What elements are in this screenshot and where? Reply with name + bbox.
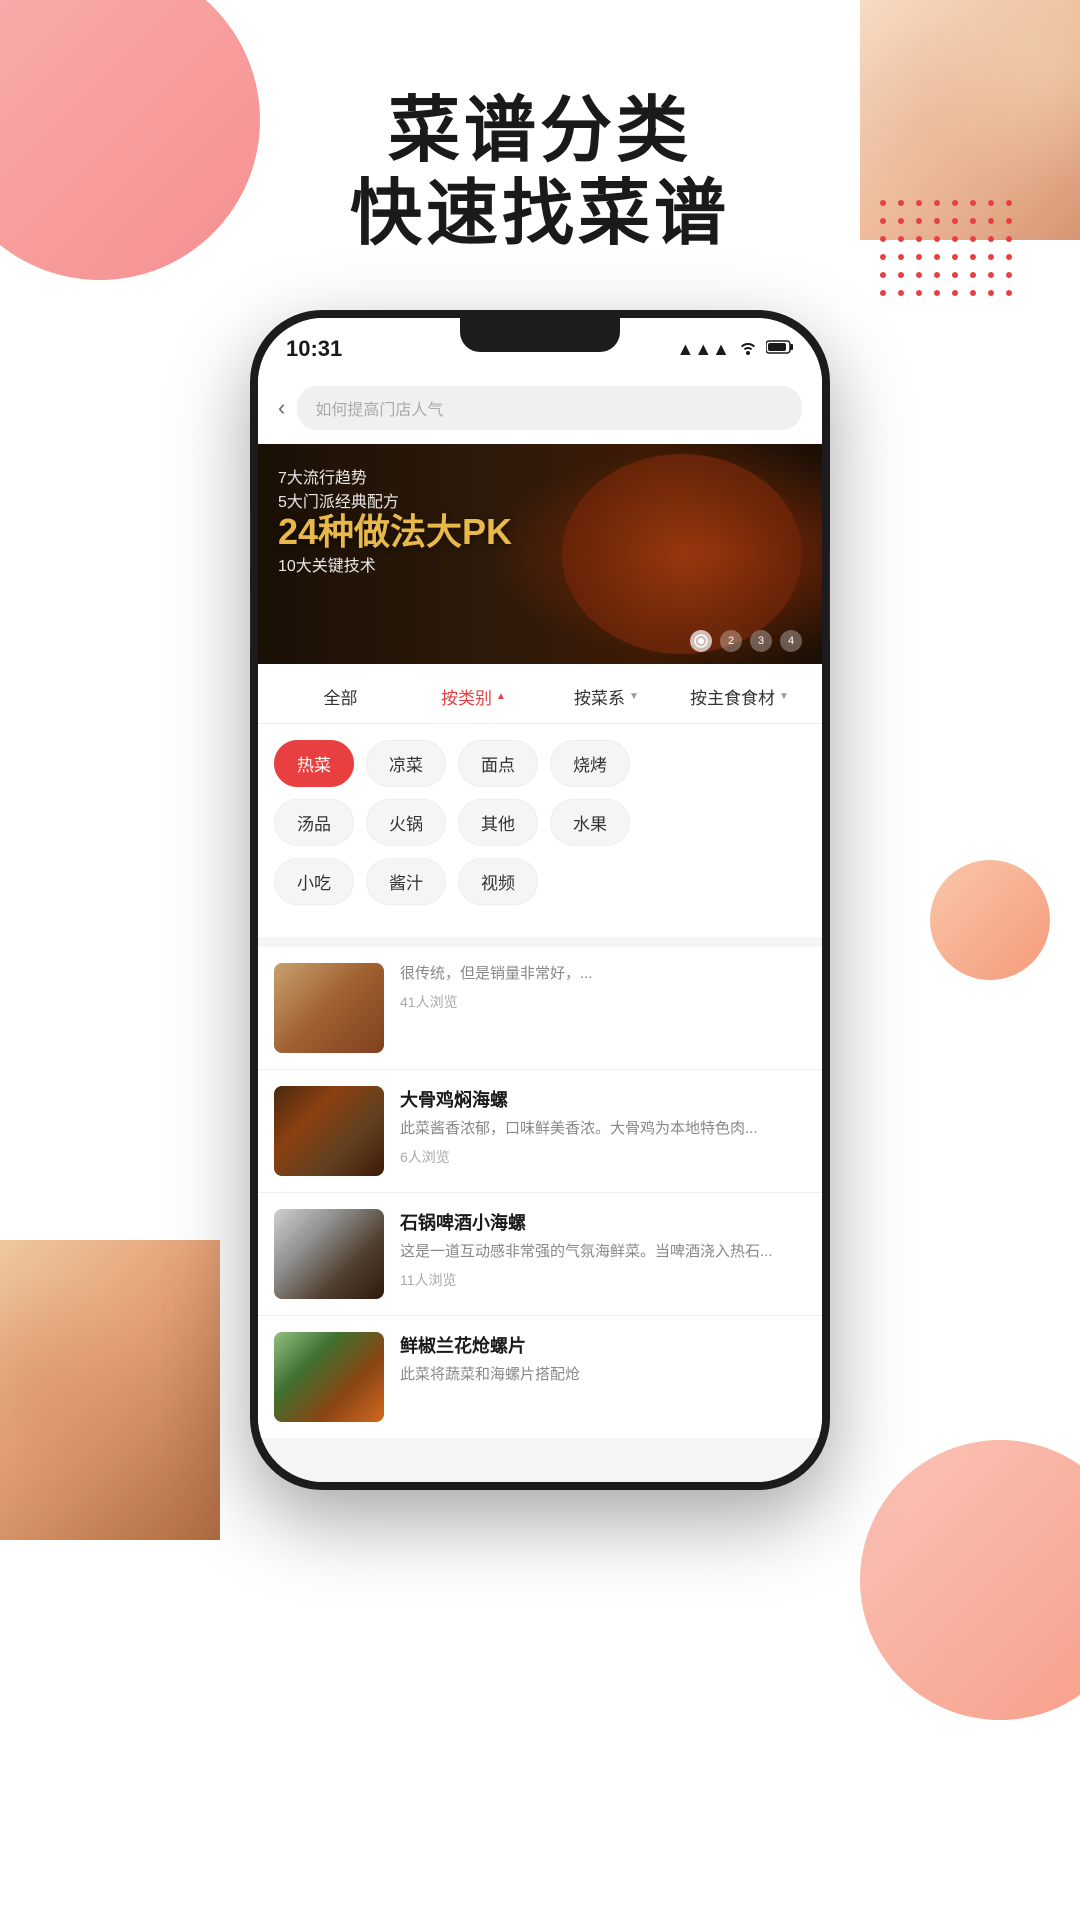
screen-content: ‹ 如何提高门店人气 7大流行趋势 5大门派经典配方 24种做法大PK <box>258 372 822 1482</box>
chips-row-2: 汤品 火锅 其他 水果 <box>274 799 806 846</box>
banner-section[interactable]: 7大流行趋势 5大门派经典配方 24种做法大PK 10大关键技术 2 3 4 <box>258 444 822 664</box>
recipe-info-2: 大骨鸡焖海螺 此菜酱香浓郁，口味鲜美香浓。大骨鸡为本地特色肉... 6人浏览 <box>400 1086 806 1176</box>
banner-line3: 10大关键技术 <box>278 552 512 576</box>
banner-line2: 5大门派经典配方 <box>278 488 512 512</box>
filter-tabs: 全部 按类别 ▲ 按菜系 ▼ 按主食食材 ▼ <box>258 664 822 724</box>
recipe-desc-2: 此菜酱香浓郁，口味鲜美香浓。大骨鸡为本地特色肉... <box>400 1118 806 1141</box>
header-section: 菜谱分类 快速找菜谱 <box>0 90 1080 256</box>
recipe-list: 很传统，但是销量非常好，... 41人浏览 大骨鸡焖海螺 此菜酱香浓郁，口味鲜美… <box>258 947 822 1439</box>
recipe-info-4: 鲜椒兰花炝螺片 此菜将蔬菜和海螺片搭配炝 <box>400 1332 806 1422</box>
chip-fruit[interactable]: 水果 <box>550 799 630 846</box>
phone-screen: 10:31 ▲▲▲ <box>258 318 822 1482</box>
recipe-desc-4: 此菜将蔬菜和海螺片搭配炝 <box>400 1364 806 1387</box>
filter-by-cuisine[interactable]: 按菜系 ▼ <box>540 678 673 715</box>
bg-decoration-bottom-left <box>0 1240 220 1540</box>
recipe-info-3: 石锅啤酒小海螺 这是一道互动感非常强的气氛海鲜菜。当啤酒浇入热石... 11人浏… <box>400 1209 806 1299</box>
chips-row-1: 热菜 凉菜 面点 烧烤 <box>274 740 806 787</box>
status-time: 10:31 <box>286 336 342 362</box>
search-bar: ‹ 如何提高门店人气 <box>258 372 822 444</box>
phone-power-button <box>829 550 830 640</box>
chip-cold-dishes[interactable]: 凉菜 <box>366 740 446 787</box>
filter-cuisine-arrow: ▼ <box>629 691 639 702</box>
chips-row-3: 小吃 酱汁 视频 <box>274 858 806 905</box>
recipe-item-3[interactable]: 石锅啤酒小海螺 这是一道互动感非常强的气氛海鲜菜。当啤酒浇入热石... 11人浏… <box>258 1193 822 1316</box>
recipe-desc-1: 很传统，但是销量非常好，... <box>400 963 806 986</box>
filter-ingredient-arrow: ▼ <box>779 691 789 702</box>
main-subtitle: 快速找菜谱 <box>0 173 1080 256</box>
chip-soup[interactable]: 汤品 <box>274 799 354 846</box>
recipe-info-1: 很传统，但是销量非常好，... 41人浏览 <box>400 963 806 1053</box>
banner-dot-3[interactable]: 3 <box>750 630 772 652</box>
recipe-thumb-1 <box>274 963 384 1053</box>
banner-dot-4[interactable]: 4 <box>780 630 802 652</box>
recipe-title-2: 大骨鸡焖海螺 <box>400 1086 806 1112</box>
chip-dim-sum[interactable]: 面点 <box>458 740 538 787</box>
chip-bbq[interactable]: 烧烤 <box>550 740 630 787</box>
banner-dot-2[interactable]: 2 <box>720 630 742 652</box>
recipe-thumb-3 <box>274 1209 384 1299</box>
phone-volume-up <box>250 510 251 570</box>
chip-sauce[interactable]: 酱汁 <box>366 858 446 905</box>
filter-category-arrow: ▲ <box>496 691 506 702</box>
banner-main-text: 24种做法大PK <box>278 512 512 552</box>
signal-icon: ▲▲▲ <box>677 339 730 360</box>
recipe-item-4[interactable]: 鲜椒兰花炝螺片 此菜将蔬菜和海螺片搭配炝 <box>258 1316 822 1439</box>
recipe-item-2[interactable]: 大骨鸡焖海螺 此菜酱香浓郁，口味鲜美香浓。大骨鸡为本地特色肉... 6人浏览 <box>258 1070 822 1193</box>
chip-hotpot[interactable]: 火锅 <box>366 799 446 846</box>
filter-by-ingredient[interactable]: 按主食食材 ▼ <box>673 678 806 715</box>
search-input[interactable]: 如何提高门店人气 <box>297 386 802 430</box>
recipe-views-3: 11人浏览 <box>400 1270 806 1290</box>
chip-video[interactable]: 视频 <box>458 858 538 905</box>
bg-decoration-bottom-right <box>860 1440 1080 1720</box>
recipe-desc-3: 这是一道互动感非常强的气氛海鲜菜。当啤酒浇入热石... <box>400 1241 806 1264</box>
recipe-title-4: 鲜椒兰花炝螺片 <box>400 1332 806 1358</box>
phone-frame: 10:31 ▲▲▲ <box>250 310 830 1490</box>
status-icons: ▲▲▲ <box>677 339 794 360</box>
bg-circle-orange <box>930 860 1050 980</box>
recipe-title-3: 石锅啤酒小海螺 <box>400 1209 806 1235</box>
back-button[interactable]: ‹ <box>278 395 285 421</box>
chip-snacks[interactable]: 小吃 <box>274 858 354 905</box>
recipe-item-1[interactable]: 很传统，但是销量非常好，... 41人浏览 <box>258 947 822 1070</box>
recipe-thumb-2 <box>274 1086 384 1176</box>
banner-text: 7大流行趋势 5大门派经典配方 24种做法大PK 10大关键技术 <box>278 464 512 576</box>
filter-by-category[interactable]: 按类别 ▲ <box>407 678 540 715</box>
chip-hot-dishes[interactable]: 热菜 <box>274 740 354 787</box>
recipe-views-1: 41人浏览 <box>400 992 806 1012</box>
banner-line1: 7大流行趋势 <box>278 464 512 488</box>
recipe-thumb-4 <box>274 1332 384 1422</box>
food-image-bottom-left <box>0 1240 220 1540</box>
banner-pagination: 2 3 4 <box>690 630 802 652</box>
filter-all[interactable]: 全部 <box>274 678 407 715</box>
banner-dot-1[interactable] <box>690 630 712 652</box>
main-title: 菜谱分类 <box>0 90 1080 173</box>
banner-crawfish-image <box>562 454 802 654</box>
phone-notch <box>460 318 620 352</box>
battery-icon <box>766 339 794 360</box>
wifi-icon <box>738 339 758 360</box>
category-chips: 热菜 凉菜 面点 烧烤 汤品 <box>258 724 822 937</box>
phone-volume-down <box>250 590 251 650</box>
chip-other[interactable]: 其他 <box>458 799 538 846</box>
filter-row: 全部 按类别 ▲ 按菜系 ▼ 按主食食材 ▼ <box>274 678 806 715</box>
recipe-views-2: 6人浏览 <box>400 1147 806 1167</box>
